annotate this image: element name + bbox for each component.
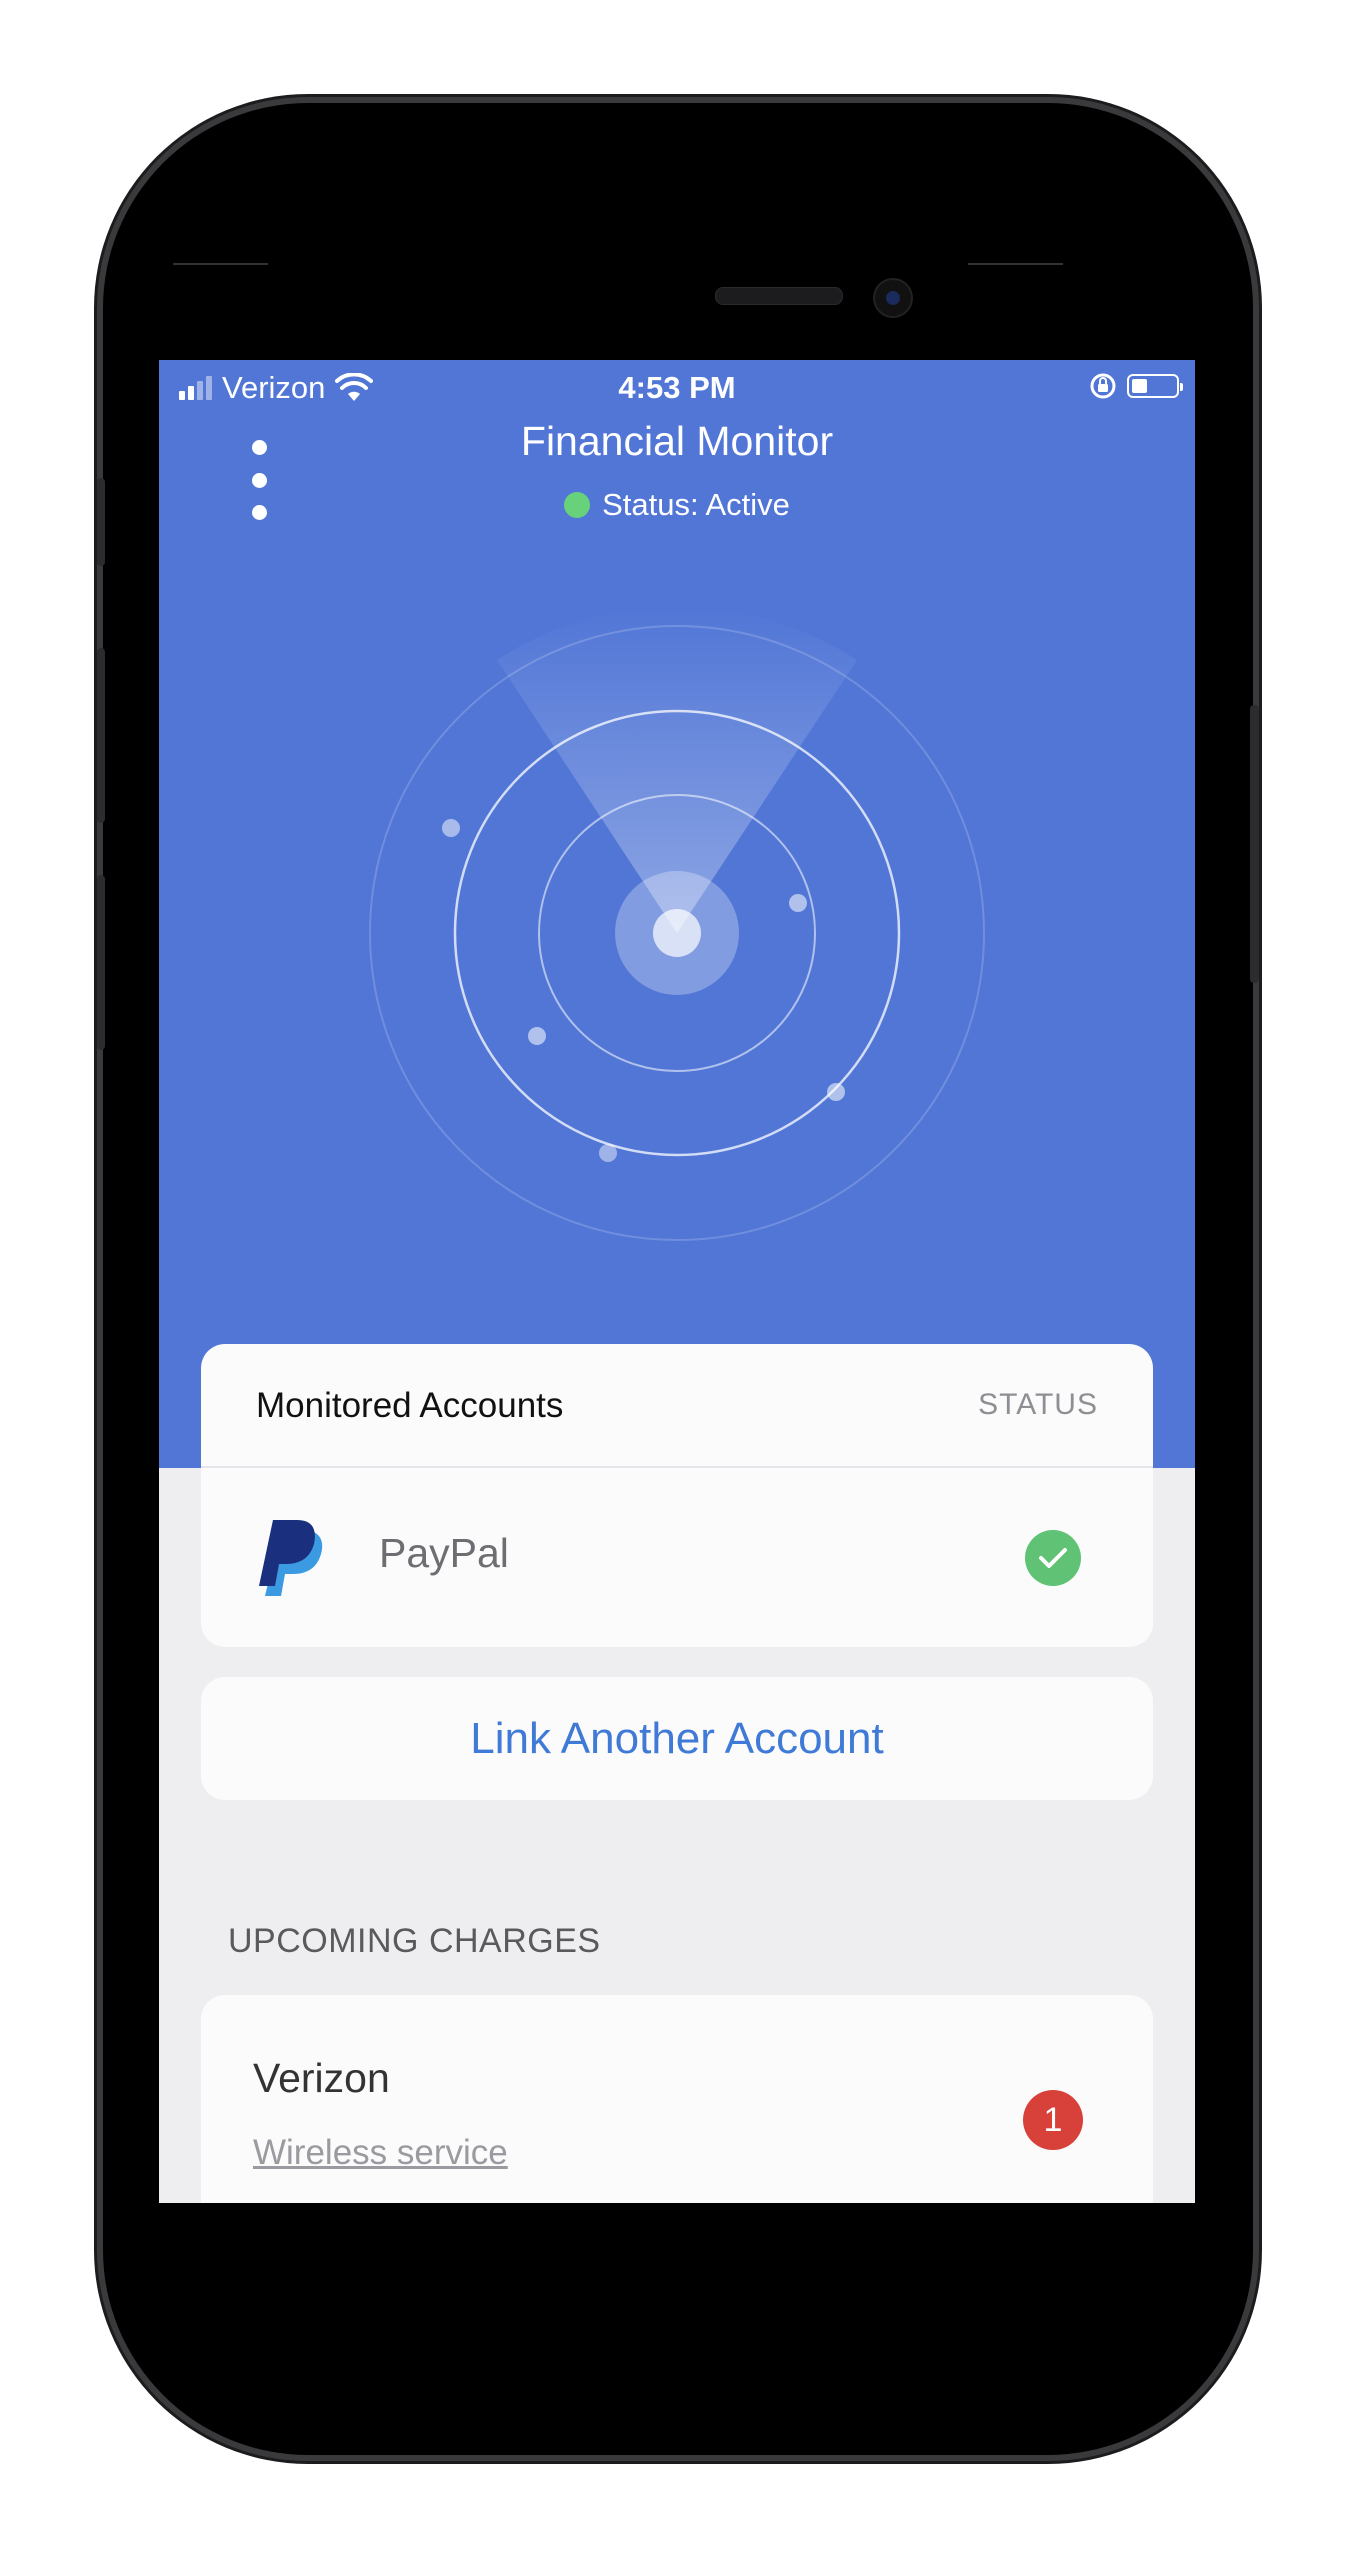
radar-blip bbox=[442, 819, 460, 837]
upcoming-charge-item[interactable]: Verizon Wireless service 1 bbox=[201, 1995, 1153, 2203]
paypal-logo-icon bbox=[259, 1520, 323, 1596]
charge-count-badge: 1 bbox=[1023, 2090, 1083, 2150]
link-another-account-button[interactable]: Link Another Account bbox=[201, 1677, 1153, 1800]
radar-blip bbox=[528, 1027, 546, 1045]
frame-line bbox=[968, 263, 1063, 265]
rotation-lock-icon bbox=[1090, 373, 1116, 399]
status-text: Status: Active bbox=[602, 487, 790, 522]
account-row-paypal[interactable]: PayPal bbox=[201, 1468, 1153, 1648]
volume-up-button bbox=[97, 648, 105, 823]
mute-switch bbox=[97, 478, 105, 566]
power-button bbox=[1250, 705, 1259, 983]
front-camera bbox=[873, 278, 913, 318]
charge-subtitle[interactable]: Wireless service bbox=[253, 2133, 508, 2173]
status-indicator-icon bbox=[564, 492, 591, 518]
status-bar-right bbox=[1089, 372, 1183, 400]
radar-illustration bbox=[369, 606, 985, 1241]
upcoming-charges-heading: UPCOMING CHARGES bbox=[228, 1922, 601, 1960]
checkmark-icon bbox=[1025, 1530, 1081, 1586]
app-title: Financial Monitor bbox=[520, 418, 834, 464]
radar-blip bbox=[789, 894, 807, 912]
clock: 4:53 PM bbox=[618, 370, 736, 405]
battery-icon bbox=[1127, 374, 1183, 398]
frame-line bbox=[173, 263, 268, 265]
radar-blip bbox=[827, 1083, 845, 1101]
app-screen: Verizon 4:53 PM Financial Monitor Status… bbox=[159, 360, 1195, 2203]
app-status: Status: Active bbox=[159, 487, 1195, 523]
link-account-label: Link Another Account bbox=[470, 1713, 884, 1763]
status-bar: Verizon 4:53 PM bbox=[159, 360, 1195, 418]
volume-down-button bbox=[97, 875, 105, 1050]
radar-center-dot bbox=[653, 909, 701, 957]
monitored-accounts-title: Monitored Accounts bbox=[256, 1386, 564, 1425]
monitored-accounts-header: Monitored Accounts STATUS bbox=[201, 1344, 1153, 1468]
monitored-accounts-card: Monitored Accounts STATUS PayPal bbox=[201, 1344, 1153, 1647]
charge-title: Verizon bbox=[253, 2055, 390, 2101]
earpiece-speaker bbox=[715, 287, 843, 305]
status-column-header: STATUS bbox=[978, 1388, 1098, 1421]
radar-blip bbox=[599, 1144, 617, 1162]
account-name: PayPal bbox=[379, 1530, 509, 1576]
